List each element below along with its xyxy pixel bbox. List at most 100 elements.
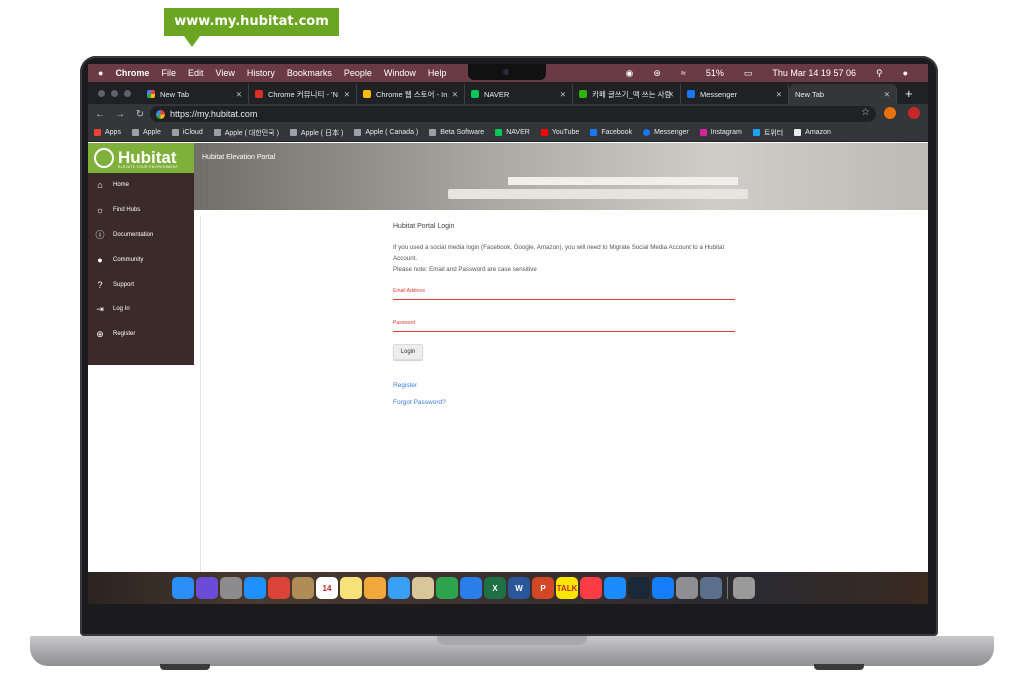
menu-people[interactable]: People — [344, 68, 372, 78]
bookmark-apps[interactable]: Apps — [94, 129, 121, 136]
hubitat-logo[interactable]: Hubitat ELEVATE YOUR ENVIRONMENT — [88, 143, 194, 173]
preview-icon[interactable] — [412, 577, 434, 599]
login-button[interactable]: Login — [393, 344, 423, 360]
tab-title: Messenger — [700, 89, 738, 99]
kakaotalk-icon[interactable]: TALK — [556, 577, 578, 599]
menu-help[interactable]: Help — [428, 68, 447, 78]
battery-percent[interactable]: 51% — [706, 68, 724, 78]
powerpoint-icon[interactable]: P — [532, 577, 554, 599]
bookmark-apple-jp[interactable]: Apple ( 日本 ) — [289, 128, 343, 138]
sidebar-item-home[interactable]: ⌂ Home — [88, 173, 194, 198]
bookmark-apple-ca[interactable]: Apple ( Canada ) — [354, 129, 418, 136]
remote-desktop-icon[interactable] — [700, 577, 722, 599]
safari-icon[interactable] — [244, 577, 266, 599]
close-window-button[interactable] — [98, 89, 105, 97]
menu-edit[interactable]: Edit — [188, 68, 204, 78]
xcode-icon[interactable] — [652, 577, 674, 599]
word-icon[interactable]: W — [508, 577, 530, 599]
clock[interactable]: Thu Mar 14 19 57 06 — [772, 68, 856, 78]
bookmark-messenger[interactable]: Messenger — [643, 129, 689, 136]
chrome-icon[interactable] — [268, 577, 290, 599]
twitter-icon — [752, 129, 760, 136]
calendar-icon[interactable]: 14 — [316, 577, 338, 599]
menu-app-name[interactable]: Chrome — [115, 68, 149, 78]
bookmark-apple[interactable]: Apple — [131, 129, 161, 136]
notes-icon[interactable] — [340, 577, 362, 599]
tab[interactable]: New Tab ✕ — [141, 84, 249, 104]
bookmark-youtube[interactable]: YouTube — [540, 129, 579, 136]
back-icon[interactable]: ← — [92, 109, 108, 120]
password-field[interactable] — [393, 331, 735, 332]
sidebar-item-log-in[interactable]: ⇥ Log In — [88, 297, 194, 322]
window-controls — [88, 82, 141, 104]
numbers-icon[interactable] — [436, 577, 458, 599]
bookmark-facebook[interactable]: Facebook — [590, 129, 632, 136]
address-bar[interactable]: https://my.hubitat.com ☆ — [150, 106, 876, 122]
forward-icon[interactable]: → — [112, 109, 128, 120]
photos-icon[interactable] — [364, 577, 386, 599]
spotlight-icon[interactable]: ⚲ — [876, 68, 883, 79]
sidebar-item-find-hubs[interactable]: ☼ Find Hubs — [88, 198, 194, 223]
sidebar-item-documentation[interactable]: ⓘ Documentation — [88, 223, 194, 248]
close-tab-icon[interactable]: ✕ — [776, 90, 782, 99]
close-tab-icon[interactable]: ✕ — [668, 90, 674, 99]
keynote-icon[interactable] — [460, 577, 482, 599]
sidebar-item-register[interactable]: ⊕ Register — [88, 322, 194, 347]
excel-icon[interactable]: X — [484, 577, 506, 599]
music-icon[interactable] — [580, 577, 602, 599]
close-tab-icon[interactable]: ✕ — [344, 90, 350, 99]
launchpad-icon[interactable] — [220, 577, 242, 599]
wifi-icon[interactable]: ≈ — [681, 68, 686, 78]
bookmark-twitter[interactable]: 트위터 — [752, 128, 783, 138]
messages-icon[interactable] — [388, 577, 410, 599]
chat-icon[interactable]: ◉ — [626, 68, 634, 79]
bookmark-amazon[interactable]: Amazon — [794, 129, 831, 136]
menu-window[interactable]: Window — [384, 68, 416, 78]
menu-bookmarks[interactable]: Bookmarks — [287, 68, 332, 78]
siri-icon[interactable] — [196, 577, 218, 599]
finder-icon[interactable] — [172, 577, 194, 599]
reload-icon[interactable]: ↻ — [132, 109, 148, 120]
forgot-password-link[interactable]: Forgot Password? — [393, 399, 735, 406]
tab[interactable]: Chrome 커뮤니티 - 'N ✕ — [249, 84, 357, 104]
tab[interactable]: NAVER ✕ — [465, 84, 573, 104]
menu-history[interactable]: History — [247, 68, 275, 78]
google-icon — [156, 109, 165, 119]
tab[interactable]: 카페 글쓰기_맥 쓰는 사람 ✕ — [573, 84, 681, 104]
sidebar-item-community[interactable]: ● Community — [88, 247, 194, 272]
register-link[interactable]: Register — [393, 382, 735, 389]
trash-icon[interactable] — [733, 577, 755, 599]
bookmark-beta[interactable]: Beta Software — [429, 129, 484, 136]
menu-view[interactable]: View — [215, 68, 234, 78]
new-tab-button[interactable]: + — [897, 84, 921, 104]
url-callout: www.my.hubitat.com — [164, 8, 339, 36]
battery-icon[interactable]: ▭ — [744, 68, 753, 79]
bookmark-apple-kr[interactable]: Apple ( 대한민국 ) — [213, 128, 279, 138]
zoom-window-button[interactable] — [124, 89, 131, 97]
bookmark-star-icon[interactable]: ☆ — [861, 107, 870, 118]
menu-file[interactable]: File — [161, 68, 176, 78]
extension-icon[interactable] — [884, 107, 896, 119]
apple-icon[interactable]: ● — [98, 68, 103, 78]
system-preferences-icon[interactable] — [676, 577, 698, 599]
user-icon[interactable]: ● — [903, 68, 908, 78]
profile-icon[interactable] — [908, 107, 920, 119]
close-tab-icon[interactable]: ✕ — [236, 90, 242, 99]
minimize-window-button[interactable] — [111, 89, 118, 97]
email-field[interactable] — [393, 299, 735, 300]
bookmark-icloud[interactable]: iCloud — [171, 129, 203, 136]
close-tab-icon[interactable]: ✕ — [884, 90, 890, 99]
bookmark-naver[interactable]: NAVER — [495, 129, 530, 136]
bluetooth-icon[interactable]: ⊛ — [653, 68, 661, 79]
bookmark-label: Apple — [142, 129, 161, 136]
tab-active[interactable]: New Tab ✕ — [789, 84, 897, 104]
tab[interactable]: Chrome 웹 스토어 - In ✕ — [357, 84, 465, 104]
sidebar-item-support[interactable]: ? Support — [88, 272, 194, 297]
notes-brown-icon[interactable] — [292, 577, 314, 599]
bookmark-instagram[interactable]: Instagram — [699, 129, 742, 136]
close-tab-icon[interactable]: ✕ — [452, 90, 458, 99]
close-tab-icon[interactable]: ✕ — [560, 90, 566, 99]
steam-icon[interactable] — [628, 577, 650, 599]
tab[interactable]: Messenger ✕ — [681, 84, 789, 104]
appstore-icon[interactable] — [604, 577, 626, 599]
